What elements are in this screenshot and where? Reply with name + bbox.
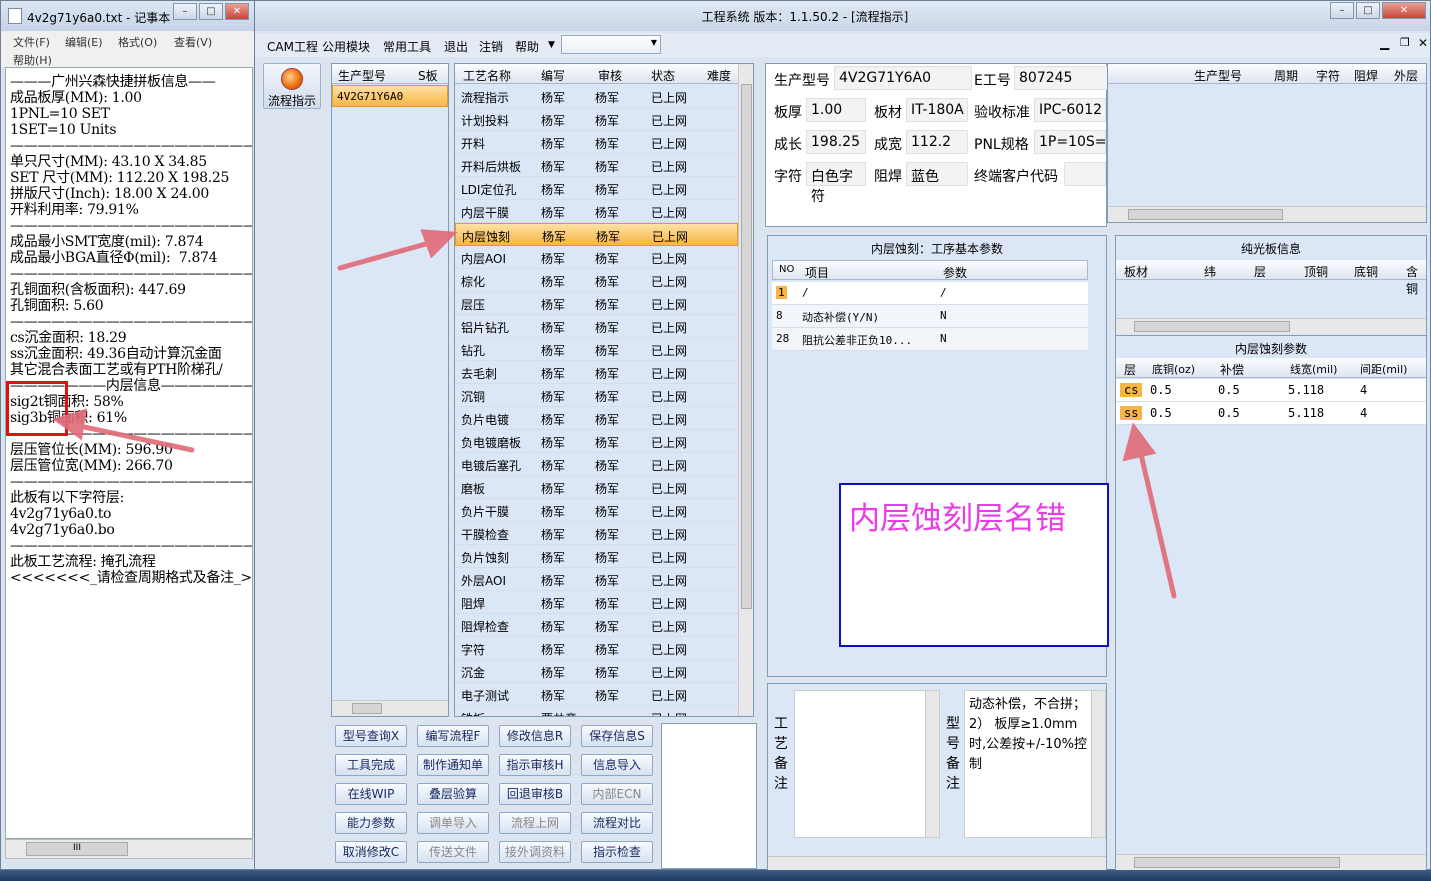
arrow-head-etch (1122, 422, 1157, 462)
arrow-head-process (420, 229, 458, 259)
arrow-head-notepad (52, 408, 88, 441)
windows-taskbar (0, 870, 1431, 881)
arrow-to-process (337, 237, 443, 271)
annotation-arrows (52, 229, 1177, 599)
arrow-to-notepad (67, 421, 195, 453)
arrow-to-etch (1137, 447, 1177, 599)
